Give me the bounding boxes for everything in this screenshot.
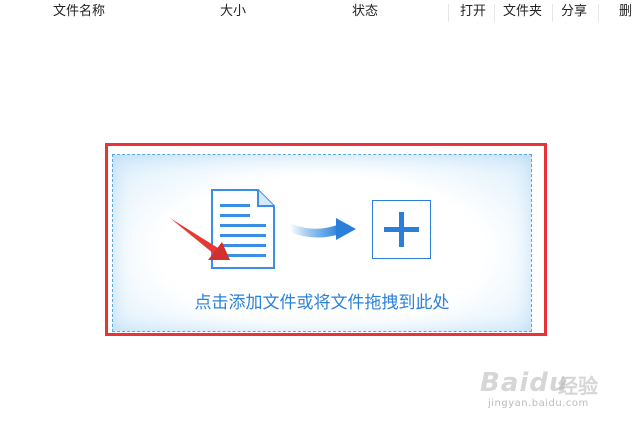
add-file-button[interactable] bbox=[372, 200, 431, 259]
column-size[interactable]: 大小 bbox=[220, 4, 246, 20]
red-pointer-arrow-icon bbox=[170, 218, 230, 260]
plus-icon bbox=[399, 212, 404, 247]
column-open[interactable]: 打开 bbox=[460, 4, 486, 20]
watermark-brand-cn: 经验 bbox=[558, 374, 598, 398]
baidu-jingyan-watermark: Baidu 经验 jingyan.baidu.com bbox=[462, 360, 622, 420]
watermark-brand: Baidu bbox=[480, 368, 569, 398]
column-delete[interactable]: 删 bbox=[619, 4, 632, 20]
column-status[interactable]: 状态 bbox=[352, 4, 378, 20]
file-list-header: 文件名称 大小 状态 打开 文件夹 分享 删 bbox=[0, 0, 636, 26]
column-folder[interactable]: 文件夹 bbox=[503, 4, 542, 20]
column-divider bbox=[448, 4, 449, 22]
column-file-name[interactable]: 文件名称 bbox=[53, 4, 105, 20]
column-divider bbox=[552, 4, 553, 22]
column-share[interactable]: 分享 bbox=[561, 4, 587, 20]
drop-zone-hint[interactable]: 点击添加文件或将文件拖拽到此处 bbox=[112, 292, 532, 314]
watermark-url: jingyan.baidu.com bbox=[488, 398, 589, 409]
column-divider bbox=[598, 4, 599, 22]
arrow-right-icon bbox=[290, 218, 356, 240]
column-divider bbox=[494, 4, 495, 22]
